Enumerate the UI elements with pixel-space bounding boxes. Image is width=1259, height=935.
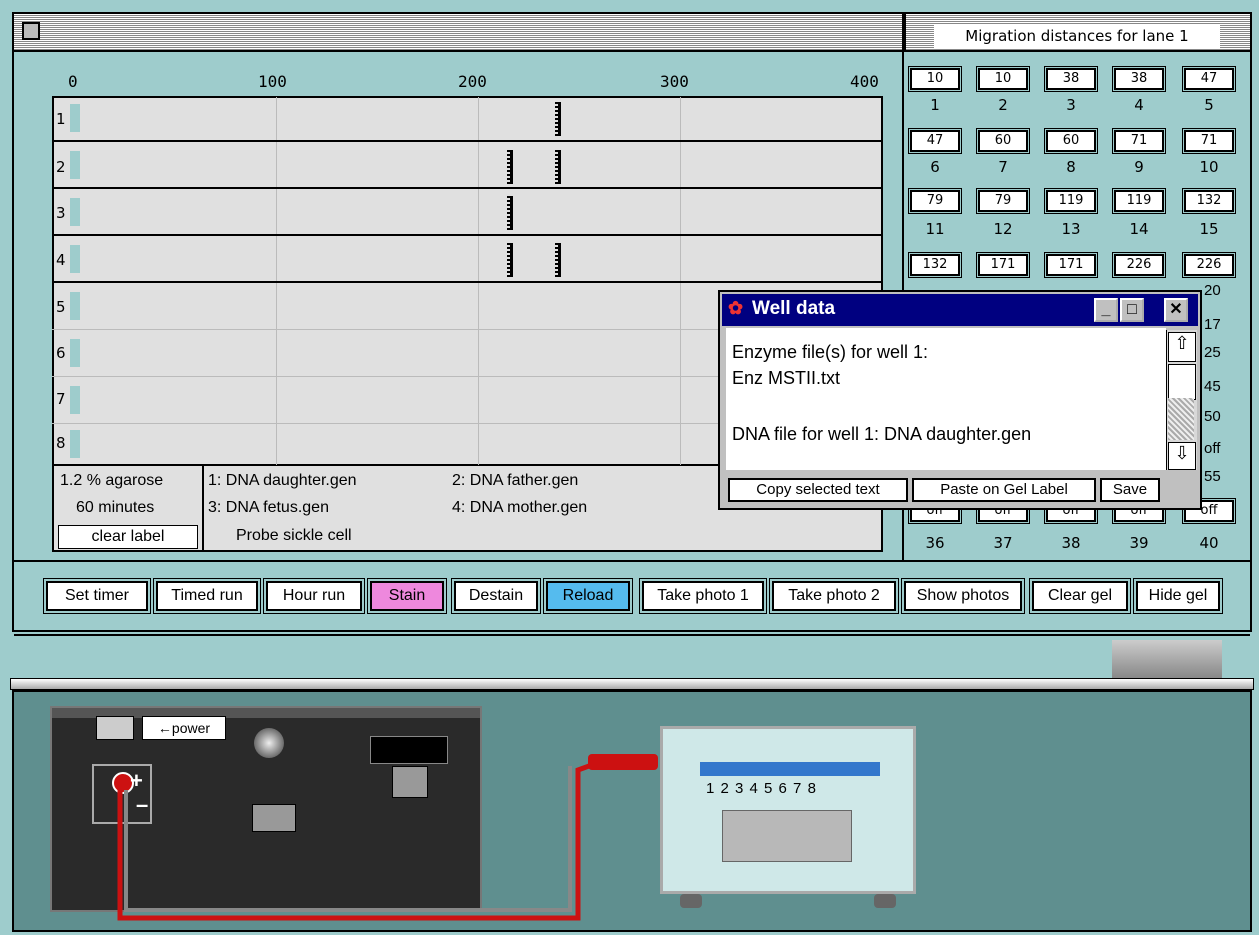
save-button[interactable]: Save (1100, 478, 1160, 502)
gel-buffer (700, 762, 880, 776)
paste-on-gel-label-button[interactable]: Paste on Gel Label (912, 478, 1096, 502)
minimize-icon[interactable]: _ (1094, 298, 1118, 322)
dialog-line: DNA file for well 1: DNA daughter.gen (732, 424, 1032, 444)
scroll-down-icon[interactable]: ⇩ (1168, 442, 1196, 470)
gel-box-well-numbers: 1 2 3 4 5 6 7 8 (706, 780, 817, 797)
scroll-thumb[interactable] (1168, 364, 1196, 400)
gel-tray (722, 810, 852, 862)
red-plug (588, 754, 658, 770)
maximize-icon[interactable]: □ (1120, 298, 1144, 322)
red-wire (117, 759, 601, 921)
app-icon: ✿ (728, 298, 744, 318)
dialog-title: Well data (752, 298, 836, 319)
foot (680, 894, 702, 908)
copy-selected-text-button[interactable]: Copy selected text (728, 478, 908, 502)
scroll-up-icon[interactable]: ⇧ (1168, 332, 1196, 362)
dialog-line: Enz MSTII.txt (732, 368, 841, 388)
close-icon[interactable]: ✕ (1164, 298, 1188, 322)
grey-wire (124, 766, 572, 912)
scroll-track[interactable] (1168, 398, 1194, 440)
dialog-line: Enzyme file(s) for well 1: (732, 342, 929, 362)
foot (874, 894, 896, 908)
